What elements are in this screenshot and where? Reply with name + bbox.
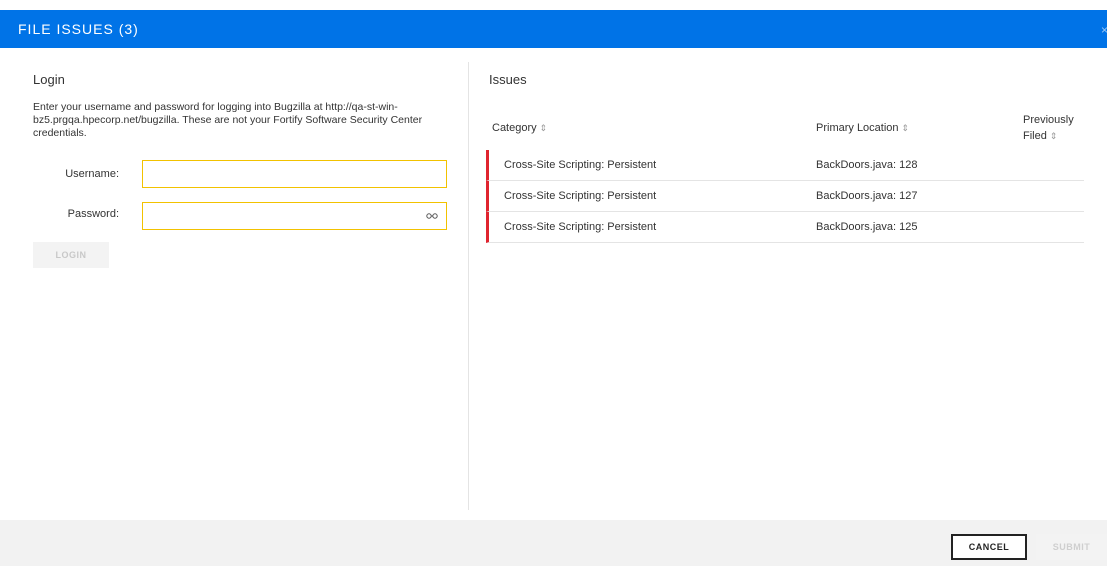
column-header-filed-line1: Previously [1023, 114, 1074, 126]
sort-icon[interactable]: ⇕ [902, 123, 910, 133]
password-label: Password: [67, 208, 119, 220]
issues-panel: Issues Category ⇕ Primary Location ⇕ Previ… [486, 72, 1085, 243]
username-input[interactable] [142, 160, 447, 188]
cancel-button[interactable]: CANCEL [951, 534, 1027, 560]
issues-title: Issues [489, 72, 527, 87]
issue-category: Cross-Site Scripting: Persistent [504, 159, 657, 171]
issue-category: Cross-Site Scripting: Persistent [504, 190, 657, 202]
dialog-footer: CANCEL SUBMIT [0, 520, 1107, 566]
column-header-category-label: Category [492, 122, 537, 134]
login-panel: Login Enter your username and password f… [33, 72, 453, 268]
column-header-filed-line2: Filed [1023, 130, 1047, 142]
eye-icon[interactable] [426, 211, 438, 219]
issue-location: BackDoors.java: 127 [816, 190, 918, 202]
column-header-location-label: Primary Location [816, 122, 899, 134]
issue-category: Cross-Site Scripting: Persistent [504, 221, 657, 233]
issues-table-body: Cross-Site Scripting: Persistent BackDoo… [486, 150, 1084, 243]
issue-location: BackDoors.java: 128 [816, 159, 918, 171]
password-input[interactable] [142, 202, 447, 230]
table-row[interactable]: Cross-Site Scripting: Persistent BackDoo… [486, 181, 1084, 212]
column-header-primary-location[interactable]: Primary Location ⇕ [816, 122, 909, 134]
submit-button[interactable]: SUBMIT [1036, 534, 1107, 560]
username-label: Username: [65, 168, 119, 180]
sort-icon[interactable]: ⇕ [540, 123, 548, 133]
dialog-header: FILE ISSUES (3) × [0, 10, 1107, 48]
issue-location: BackDoors.java: 125 [816, 221, 918, 233]
login-title: Login [33, 72, 65, 87]
table-row[interactable]: Cross-Site Scripting: Persistent BackDoo… [486, 212, 1084, 243]
column-header-category[interactable]: Category ⇕ [492, 122, 547, 134]
close-icon[interactable]: × [1101, 23, 1107, 35]
login-button[interactable]: LOGIN [33, 242, 109, 268]
dialog-title: FILE ISSUES (3) [18, 21, 139, 37]
panel-divider [468, 62, 469, 510]
column-header-previously-filed[interactable]: Previously Filed ⇕ [1023, 112, 1074, 144]
login-description: Enter your username and password for log… [33, 101, 423, 139]
sort-icon[interactable]: ⇕ [1050, 131, 1058, 141]
table-row[interactable]: Cross-Site Scripting: Persistent BackDoo… [486, 150, 1084, 181]
